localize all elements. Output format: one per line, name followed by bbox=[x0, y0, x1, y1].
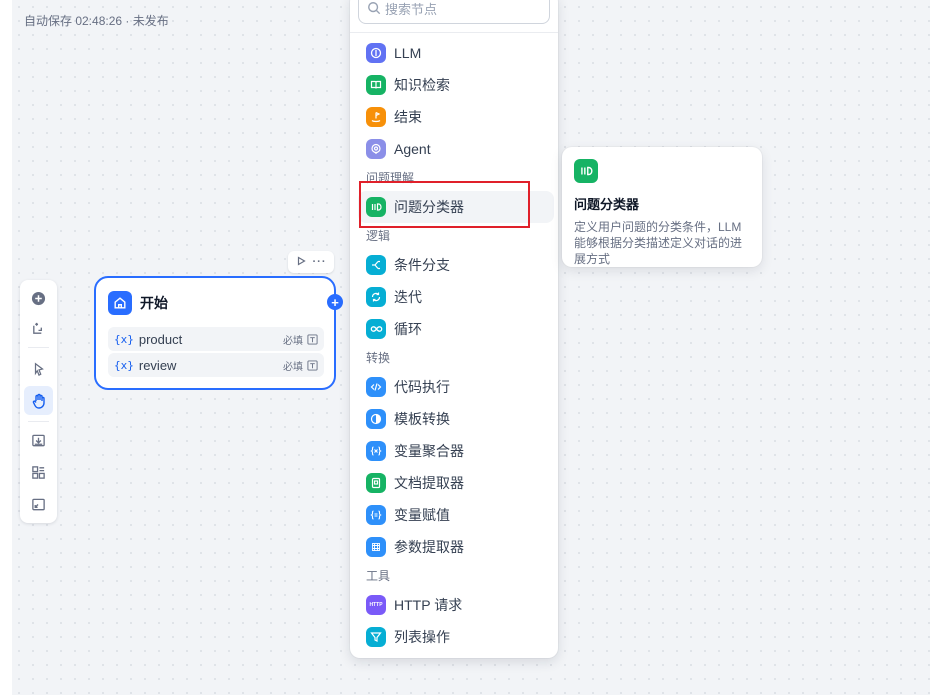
hand-icon bbox=[32, 393, 45, 409]
code-icon bbox=[366, 377, 386, 397]
iteration-icon bbox=[366, 287, 386, 307]
add-next-node-handle[interactable]: + bbox=[327, 294, 343, 310]
block-label: 代码执行 bbox=[394, 379, 450, 395]
block-label: 列表操作 bbox=[394, 629, 450, 645]
llm-icon bbox=[366, 43, 386, 63]
block-label: 参数提取器 bbox=[394, 539, 464, 555]
block-label: Agent bbox=[394, 141, 431, 157]
start-node[interactable]: 开始 {x} product 必填 {x} review 必填 bbox=[94, 276, 336, 390]
block-item-variable-aggregator[interactable]: 变量聚合器 bbox=[358, 435, 554, 467]
block-item-llm[interactable]: LLM bbox=[358, 37, 554, 69]
block-item-agent[interactable]: Agent bbox=[358, 133, 554, 165]
block-item-doc-extractor[interactable]: 文档提取器 bbox=[358, 467, 554, 499]
block-label: 知识检索 bbox=[394, 77, 450, 93]
layout-grid-icon bbox=[32, 466, 45, 479]
block-label: 文档提取器 bbox=[394, 475, 464, 491]
document-icon bbox=[366, 473, 386, 493]
pointer-mode-button[interactable] bbox=[24, 354, 53, 383]
block-label: HTTP 请求 bbox=[394, 597, 463, 613]
book-icon bbox=[366, 75, 386, 95]
export-image-button[interactable] bbox=[24, 426, 53, 455]
text-input-type-icon bbox=[307, 333, 318, 345]
block-label: 模板转换 bbox=[394, 411, 450, 427]
block-item-if-else[interactable]: 条件分支 bbox=[358, 249, 554, 281]
toolbar-divider bbox=[28, 421, 49, 422]
search-input[interactable]: 搜索节点 bbox=[358, 0, 550, 24]
organize-blocks-button[interactable] bbox=[24, 458, 53, 487]
minimap-icon bbox=[32, 498, 45, 511]
classifier-icon bbox=[574, 159, 598, 183]
text-input-type-icon bbox=[307, 359, 318, 371]
block-label: 变量赋值 bbox=[394, 507, 450, 523]
block-label: 迭代 bbox=[394, 289, 422, 305]
block-label: 问题分类器 bbox=[394, 199, 464, 215]
minimap-button[interactable] bbox=[24, 490, 53, 519]
parameter-extractor-icon bbox=[366, 537, 386, 557]
block-label: 循环 bbox=[394, 321, 422, 337]
block-item-variable-assigner[interactable]: 变量赋值 bbox=[358, 499, 554, 531]
cursor-icon bbox=[34, 362, 44, 376]
block-item-code[interactable]: 代码执行 bbox=[358, 371, 554, 403]
filter-icon bbox=[366, 627, 386, 647]
tooltip-title: 问题分类器 bbox=[574, 197, 640, 212]
block-item-parameter-extractor[interactable]: 参数提取器 bbox=[358, 531, 554, 563]
variable-name: review bbox=[138, 357, 177, 373]
add-note-button[interactable] bbox=[24, 314, 53, 343]
variable-aggregator-icon bbox=[366, 441, 386, 461]
variable-icon: {x} bbox=[114, 332, 134, 346]
block-item-loop[interactable]: 循环 bbox=[358, 313, 554, 345]
template-icon bbox=[366, 409, 386, 429]
more-options-icon[interactable]: ··· bbox=[313, 256, 327, 268]
http-icon: HTTP bbox=[366, 595, 386, 615]
variable-assigner-icon bbox=[366, 505, 386, 525]
block-item-template[interactable]: 模板转换 bbox=[358, 403, 554, 435]
image-download-icon bbox=[32, 434, 45, 447]
note-icon bbox=[33, 322, 42, 334]
block-label: 结束 bbox=[394, 109, 422, 125]
search-placeholder: 搜索节点 bbox=[385, 1, 438, 17]
block-tooltip: 问题分类器 定义用户问题的分类条件，LLM 能够根据分类描述定义对话的进展方式 bbox=[562, 147, 762, 267]
end-flag-icon bbox=[366, 107, 386, 127]
category-title: 问题理解 bbox=[366, 171, 415, 185]
home-icon bbox=[108, 291, 132, 315]
branch-icon bbox=[366, 255, 386, 275]
block-label: LLM bbox=[394, 45, 422, 61]
autosave-status: 自动保存 02:48:26 · 未发布 bbox=[24, 14, 169, 28]
canvas-toolbar bbox=[20, 280, 57, 523]
block-selector-panel: 搜索节点 LLM 知识检索 结束 Agent 问题理解 问题分类器 逻辑 条件分… bbox=[350, 0, 558, 658]
hand-mode-button[interactable] bbox=[24, 386, 53, 415]
variable-row[interactable]: {x} review 必填 bbox=[108, 353, 324, 377]
variable-icon: {x} bbox=[114, 358, 134, 372]
classifier-icon bbox=[366, 197, 386, 217]
block-item-question-classifier[interactable]: 问题分类器 bbox=[358, 191, 554, 223]
block-item-end[interactable]: 结束 bbox=[358, 101, 554, 133]
infinity-icon bbox=[366, 319, 386, 339]
block-item-http-request[interactable]: HTTP HTTP 请求 bbox=[358, 589, 554, 621]
required-label: 必填 bbox=[283, 361, 303, 373]
add-node-button[interactable] bbox=[24, 284, 53, 313]
block-label: 变量聚合器 bbox=[394, 443, 464, 459]
variable-row[interactable]: {x} product 必填 bbox=[108, 327, 324, 351]
variable-name: product bbox=[138, 331, 183, 347]
category-title: 工具 bbox=[366, 569, 391, 583]
agent-icon bbox=[366, 139, 386, 159]
block-label: 条件分支 bbox=[394, 257, 450, 273]
start-node-title: 开始 bbox=[140, 295, 168, 311]
search-icon bbox=[368, 2, 381, 15]
run-node-icon[interactable] bbox=[296, 255, 306, 269]
toolbar-divider bbox=[28, 347, 49, 348]
start-node-header: 开始 bbox=[108, 291, 168, 315]
block-item-list-operator[interactable]: 列表操作 bbox=[358, 621, 554, 653]
tooltip-description: 定义用户问题的分类条件，LLM 能够根据分类描述定义对话的进展方式 bbox=[574, 220, 743, 266]
category-title: 逻辑 bbox=[366, 229, 391, 243]
category-title: 转换 bbox=[366, 351, 391, 365]
node-actions: ··· bbox=[288, 251, 334, 273]
block-item-knowledge-retrieval[interactable]: 知识检索 bbox=[358, 69, 554, 101]
block-item-iteration[interactable]: 迭代 bbox=[358, 281, 554, 313]
plus-circle-icon bbox=[31, 291, 46, 306]
search-divider bbox=[350, 32, 558, 33]
required-label: 必填 bbox=[283, 335, 303, 347]
